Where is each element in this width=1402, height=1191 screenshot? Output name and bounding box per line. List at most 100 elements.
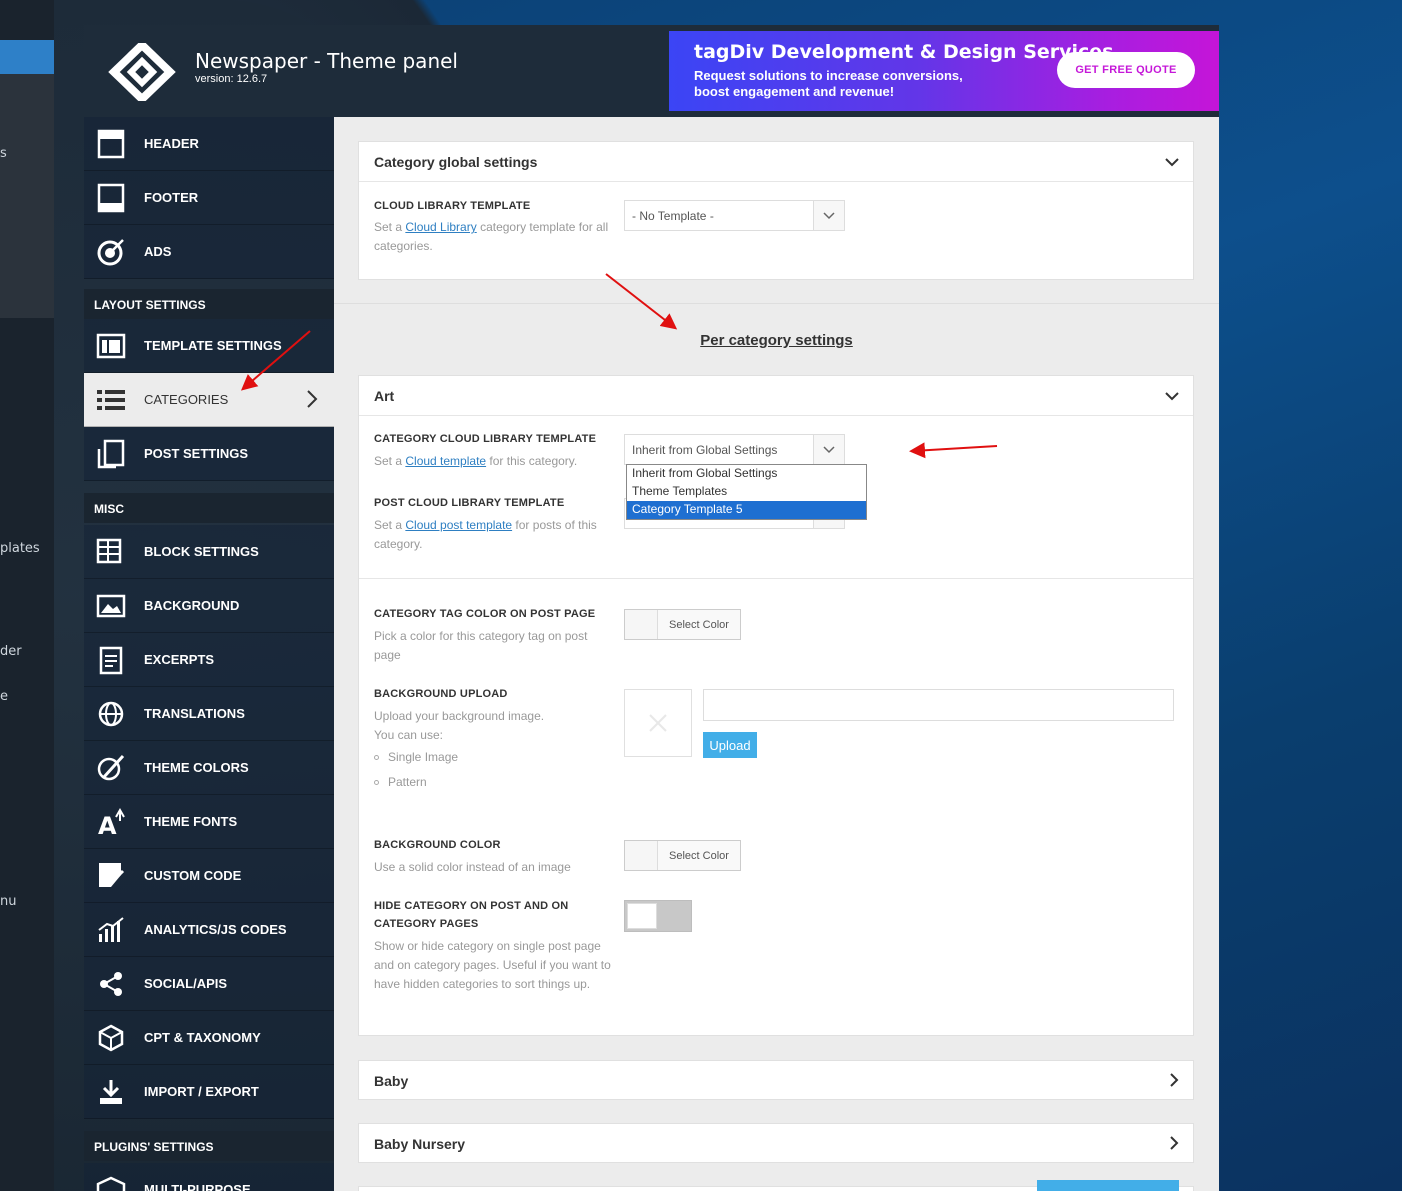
sidebar-item-label: FOOTER [144, 190, 199, 205]
sidebar-item-categories[interactable]: CATEGORIES [84, 373, 334, 427]
sidebar-item-footer[interactable]: FOOTER [84, 171, 334, 225]
get-free-quote-button[interactable]: GET FREE QUOTE [1057, 52, 1195, 88]
select-color-button[interactable]: Select Color [658, 610, 740, 639]
sidebar-item-custom-code[interactable]: CUSTOM CODE [84, 849, 334, 903]
dropdown-option-selected[interactable]: Category Template 5 [627, 501, 866, 519]
sidebar-item-post-settings[interactable]: POST SETTINGS [84, 427, 334, 481]
wp-admin-active-item[interactable] [0, 40, 54, 74]
option-description: Set a Cloud Library category template fo… [374, 220, 609, 253]
option-title: CATEGORY CLOUD LIBRARY TEMPLATE [374, 433, 597, 445]
category-card-baby-nursery[interactable]: Baby Nursery [358, 1123, 1194, 1163]
newspaper-logo-icon [108, 43, 176, 101]
card-title: Art [374, 388, 395, 404]
category-card-baby[interactable]: Baby [358, 1060, 1194, 1100]
sidebar-item-label: HEADER [144, 136, 199, 151]
sidebar-item-block-settings[interactable]: BLOCK SETTINGS [84, 525, 334, 579]
option-title: BACKGROUND COLOR [374, 839, 501, 851]
sidebar-item-label: EXCERPTS [144, 652, 215, 667]
sidebar-item-label: SOCIAL/APIS [144, 976, 228, 991]
global-template-select[interactable]: - No Template - [624, 200, 845, 231]
select-color-button[interactable]: Select Color [658, 841, 740, 870]
color-swatch [625, 610, 658, 639]
admin-menu-fragment: s [0, 146, 7, 161]
sidebar-item-label: BACKGROUND [144, 598, 240, 613]
sidebar-item-label: THEME FONTS [144, 814, 238, 829]
background-color-picker[interactable]: Select Color [624, 840, 741, 871]
card-header[interactable]: Baby [359, 1061, 1193, 1101]
chevron-down-icon [813, 435, 844, 464]
bullet-icon [374, 780, 379, 786]
tag-color-picker[interactable]: Select Color [624, 609, 741, 640]
sidebar-item-label: IMPORT / EXPORT [144, 1084, 259, 1099]
list-icon [96, 385, 126, 415]
box-icon [96, 1175, 126, 1191]
cloud-template-link[interactable]: Cloud template [405, 454, 486, 468]
globe-icon [96, 699, 126, 729]
sidebar-item-header[interactable]: HEADER [84, 117, 334, 171]
excerpt-icon [96, 645, 126, 675]
sidebar-item-label: TRANSLATIONS [144, 706, 245, 721]
sidebar-section-misc: MISC [84, 493, 334, 523]
banner-title: tagDiv Development & Design Services [694, 41, 1114, 63]
settings-content: Category global settings CLOUD LIBRARY T… [334, 117, 1219, 1191]
category-template-select[interactable]: Inherit from Global Settings [624, 434, 845, 465]
cloud-post-template-link[interactable]: Cloud post template [405, 518, 512, 532]
banner-text: Request solutions to increase conversion… [694, 68, 963, 83]
hide-category-toggle[interactable] [624, 900, 692, 932]
dropdown-option[interactable]: Inherit from Global Settings [627, 465, 866, 483]
cloud-library-link[interactable]: Cloud Library [405, 220, 476, 234]
global-settings-card: Category global settings CLOUD LIBRARY T… [358, 141, 1194, 280]
sidebar-item-ads[interactable]: ADS [84, 225, 334, 279]
option-description: You can use: [374, 728, 443, 742]
chevron-right-icon [1169, 1136, 1179, 1153]
dropdown-option[interactable]: Theme Templates [627, 483, 866, 501]
share-icon [96, 969, 126, 999]
admin-menu-fragment: nu [0, 894, 17, 909]
sidebar-item-label: ANALYTICS/JS CODES [144, 922, 287, 937]
sidebar-item-cpt-taxonomy[interactable]: CPT & TAXONOMY [84, 1011, 334, 1065]
sidebar-item-analytics[interactable]: ANALYTICS/JS CODES [84, 903, 334, 957]
sidebar-item-translations[interactable]: TRANSLATIONS [84, 687, 334, 741]
background-url-input[interactable] [703, 689, 1174, 721]
sidebar-item-label: CUSTOM CODE [144, 868, 242, 883]
option-description: Show or hide category on single post pag… [374, 939, 611, 991]
bullet-icon [374, 755, 379, 761]
select-value: - No Template - [632, 209, 714, 223]
sidebar-item-theme-colors[interactable]: THEME COLORS [84, 741, 334, 795]
option-description: Upload your background image. [374, 709, 545, 723]
sidebar-item-import-export[interactable]: IMPORT / EXPORT [84, 1065, 334, 1119]
sidebar-item-label: MULTI-PURPOSE [144, 1182, 251, 1191]
sidebar-item-theme-fonts[interactable]: A THEME FONTS [84, 795, 334, 849]
banner-text: boost engagement and revenue! [694, 84, 895, 99]
image-icon [96, 591, 126, 621]
sidebar-item-multi-purpose[interactable]: MULTI-PURPOSE [84, 1163, 334, 1191]
code-icon [96, 861, 126, 891]
sidebar-item-social[interactable]: SOCIAL/APIS [84, 957, 334, 1011]
target-icon [96, 237, 126, 267]
art-card-header[interactable]: Art [359, 376, 1193, 416]
card-header[interactable]: Baby Nursery [359, 1124, 1193, 1164]
post-icon [96, 439, 126, 469]
per-category-heading[interactable]: Per category settings [334, 332, 1219, 349]
wp-admin-sidebar-edge [0, 0, 54, 1191]
sidebar-section-layout: LAYOUT SETTINGS [84, 289, 334, 319]
app-title: Newspaper - Theme panel [195, 49, 458, 73]
sidebar-item-excerpts[interactable]: EXCERPTS [84, 633, 334, 687]
select-value: Inherit from Global Settings [632, 443, 778, 457]
card-divider [359, 578, 1193, 579]
save-settings-button[interactable] [1037, 1180, 1179, 1191]
brush-icon [96, 753, 126, 783]
theme-panel-sidebar: HEADER FOOTER ADS LAYOUT SETTINGS TEMPLA… [84, 117, 334, 1191]
category-template-dropdown[interactable]: Inherit from Global Settings Theme Templ… [626, 464, 867, 520]
global-settings-header[interactable]: Category global settings [359, 142, 1193, 182]
sidebar-item-background[interactable]: BACKGROUND [84, 579, 334, 633]
template-icon [96, 331, 126, 361]
upload-button[interactable]: Upload [703, 732, 757, 758]
font-icon: A [96, 807, 126, 837]
sidebar-item-label: TEMPLATE SETTINGS [144, 338, 282, 353]
option-description: Set a Cloud template for this category. [374, 454, 578, 468]
sidebar-item-template-settings[interactable]: TEMPLATE SETTINGS [84, 319, 334, 373]
promo-banner[interactable]: tagDiv Development & Design Services Req… [669, 31, 1219, 111]
option-description: Pick a color for this category tag on po… [374, 629, 588, 662]
option-title: POST CLOUD LIBRARY TEMPLATE [374, 497, 565, 509]
